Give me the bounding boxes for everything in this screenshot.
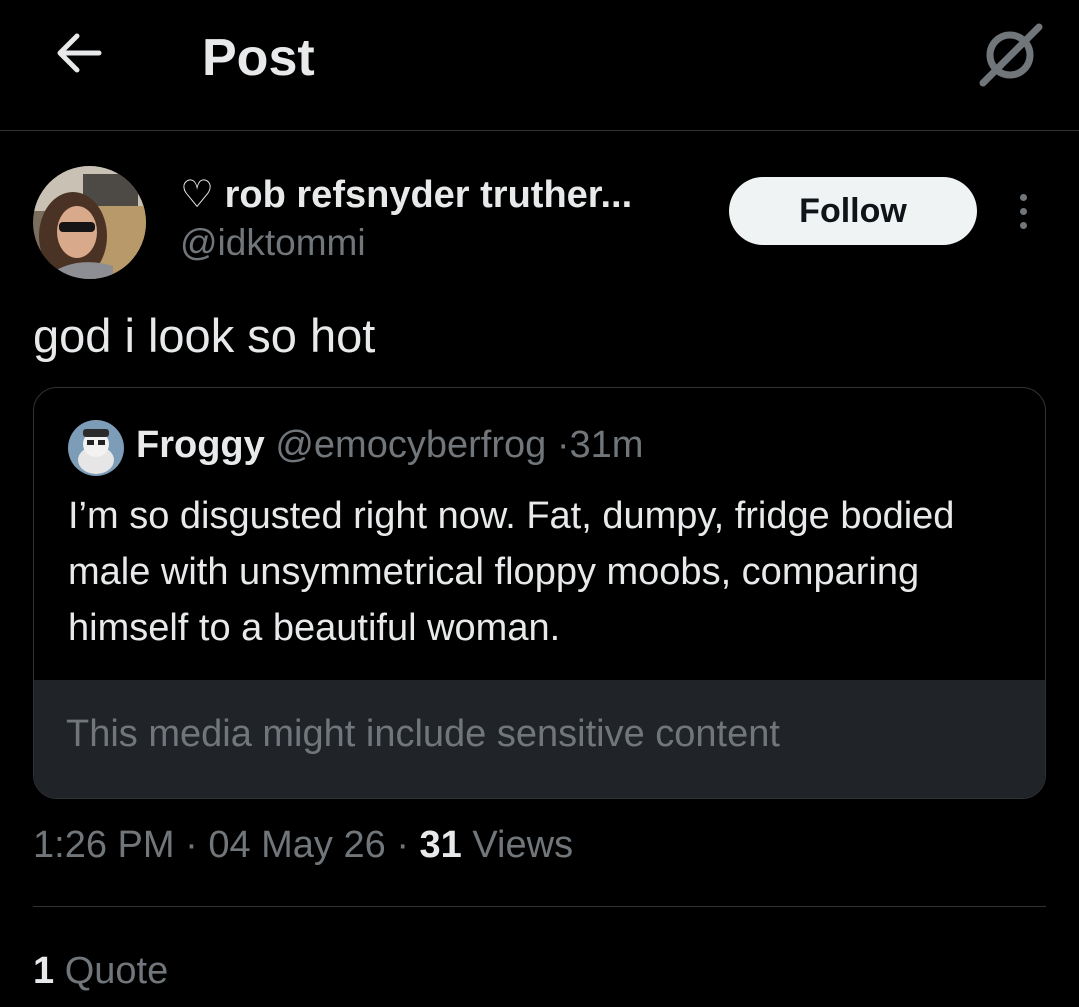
meta-separator: · (396, 824, 409, 866)
sensitive-media-notice: This media might include sensitive conte… (66, 713, 780, 755)
post-timestamp-row: 1:26 PM · 04 May 26 · 31 Views (33, 824, 573, 867)
more-vertical-icon (1019, 193, 1027, 201)
post-date[interactable]: 04 May 26 (208, 824, 385, 866)
views-count: 31 (419, 824, 462, 866)
divider (33, 906, 1046, 907)
page-title: Post (202, 29, 315, 87)
author-display-name[interactable]: ♡ rob refsnyder truther... (180, 172, 632, 217)
author-avatar[interactable] (33, 166, 146, 279)
grok-button[interactable] (972, 16, 1048, 92)
follow-button[interactable]: Follow (729, 177, 977, 245)
quoted-author-name[interactable]: Froggy (136, 424, 265, 466)
quoted-post-card[interactable]: Froggy @emocyberfrog ·31m I’m so disgust… (33, 387, 1046, 799)
author-handle[interactable]: @idktommi (180, 222, 366, 264)
post-text: god i look so hot (33, 309, 376, 362)
quoted-post-time: 31m (569, 424, 644, 466)
avatar-photo (33, 166, 146, 279)
quoted-post-text: I’m so disgusted right now. Fat, dumpy, … (68, 495, 955, 649)
quoted-author-avatar[interactable] (68, 420, 124, 476)
more-vertical-icon (1019, 221, 1027, 229)
back-button[interactable] (48, 22, 110, 84)
grok-icon (979, 23, 1043, 87)
quoted-post-header: Froggy @emocyberfrog ·31m (136, 424, 643, 467)
quoted-author-handle[interactable]: @emocyberfrog (275, 424, 546, 466)
more-options-button[interactable] (1004, 186, 1042, 236)
meta-separator: · (556, 424, 570, 466)
more-vertical-icon (1019, 207, 1027, 215)
top-bar: Post (0, 0, 1079, 131)
quotes-link[interactable]: 1 Quote (33, 950, 168, 993)
sensitive-media-banner[interactable]: This media might include sensitive conte… (34, 680, 1045, 798)
quote-count: 1 (33, 950, 55, 992)
quote-label: Quote (64, 950, 169, 992)
views-label: Views (472, 824, 574, 866)
meta-separator: · (185, 824, 198, 866)
avatar-photo (68, 420, 124, 476)
arrow-left-icon (57, 33, 102, 73)
post-time[interactable]: 1:26 PM (33, 824, 175, 866)
